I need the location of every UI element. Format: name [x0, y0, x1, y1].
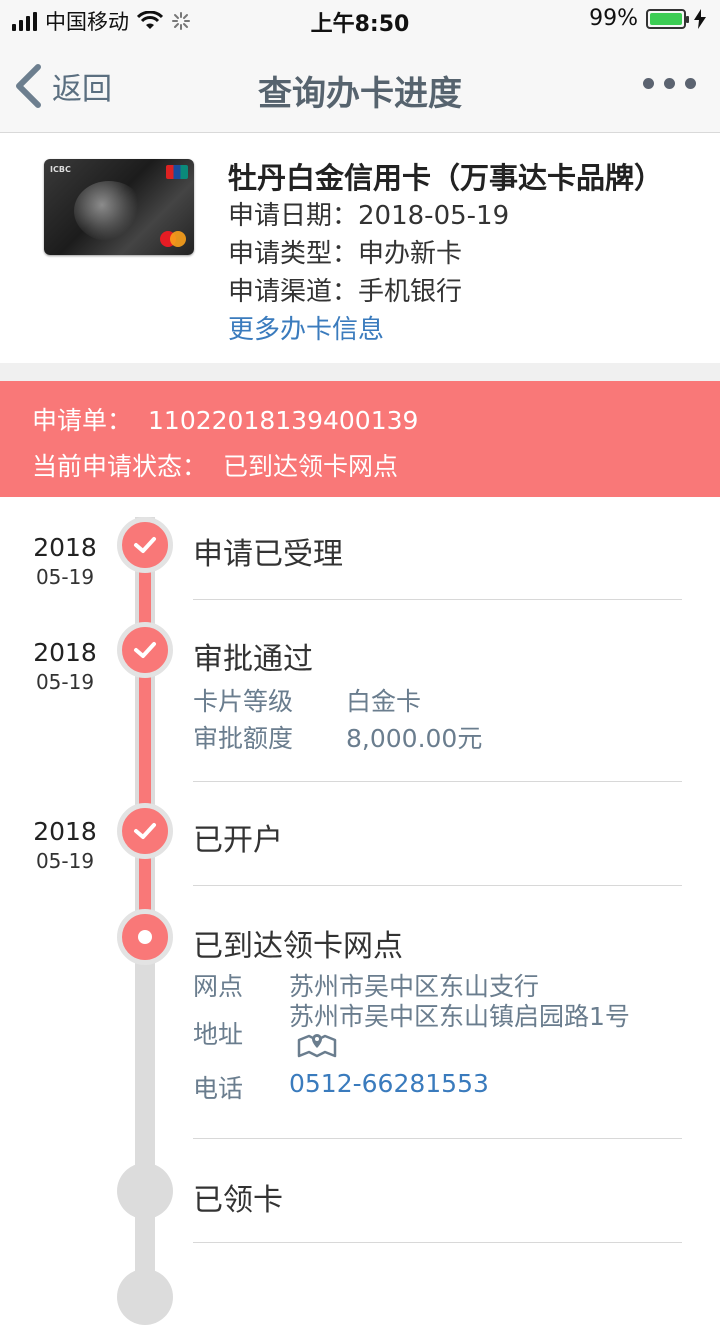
step-divider	[193, 599, 682, 600]
branch-name-value: 苏州市吴中区东山支行	[289, 972, 540, 1001]
step-date-year: 2018	[33, 638, 97, 667]
branch-phone-link[interactable]: 0512-66281553	[289, 1069, 489, 1098]
application-status-banner: 申请单： 11022018139400139 当前申请状态： 已到达领卡网点	[0, 381, 720, 497]
step-title: 审批通过	[193, 642, 313, 677]
apply-date-row: 申请日期：2018-05-19	[228, 195, 509, 232]
card-info-section: ICBC 牡丹白金信用卡（万事达卡品牌） 申请日期：2018-05-19 申请类…	[0, 133, 720, 363]
unionpay-logo-icon	[166, 165, 188, 179]
progress-timeline: 2018 05-19 申请已受理 2018 05-19 审批通过 卡片等级 白金…	[0, 497, 720, 1325]
navigation-bar: 返回 查询办卡进度	[0, 40, 720, 133]
step-date-month-day: 05-19	[35, 849, 95, 873]
apply-type-label: 申请类型：	[228, 239, 359, 269]
step-divider	[193, 885, 682, 886]
step-date-year: 2018	[33, 817, 97, 846]
detail-label: 审批额度	[193, 724, 294, 753]
more-card-info-link[interactable]: 更多办卡信息	[228, 309, 384, 346]
application-status-row: 当前申请状态： 已到达领卡网点	[32, 447, 398, 483]
battery-fill	[650, 12, 682, 25]
credit-limit-value: 8,000.00元	[346, 724, 483, 753]
step-divider	[193, 1138, 682, 1139]
section-divider	[0, 363, 720, 381]
step-done-node	[117, 622, 173, 678]
application-status-label: 当前申请状态：	[32, 452, 208, 481]
application-number-row: 申请单： 11022018139400139	[32, 401, 418, 437]
step-current-node	[117, 909, 173, 965]
apply-date-value: 2018-05-19	[358, 201, 510, 231]
step-pending-node	[117, 1163, 173, 1219]
status-bar: 中国移动 上午8:50 99%	[0, 0, 720, 40]
apply-channel-row: 申请渠道：手机银行	[228, 271, 462, 308]
page-title: 查询办卡进度	[258, 74, 462, 114]
credit-card-image: ICBC	[44, 159, 194, 255]
more-options-button[interactable]	[643, 78, 696, 89]
checkmark-icon	[134, 642, 156, 658]
apply-type-row: 申请类型：申办新卡	[228, 233, 462, 270]
step-date-year: 2018	[33, 533, 97, 562]
battery-percent: 99%	[589, 6, 638, 31]
step-done-node	[117, 517, 173, 573]
status-right: 99%	[589, 6, 706, 31]
application-status-value: 已到达领卡网点	[223, 452, 399, 481]
step-divider	[193, 781, 682, 782]
apply-type-value: 申办新卡	[358, 239, 463, 269]
detail-label: 网点	[193, 972, 244, 1001]
card-flower-graphic	[74, 181, 144, 241]
step-title: 已到达领卡网点	[193, 929, 403, 964]
branch-address: 苏州市吴中区东山镇启园路1号	[289, 1003, 639, 1058]
step-date-month-day: 05-19	[35, 565, 95, 589]
step-title: 申请已受理	[193, 537, 343, 572]
bank-logo-icon: ICBC	[50, 165, 71, 174]
apply-channel-label: 申请渠道：	[228, 277, 359, 307]
step-title: 已开户	[193, 823, 283, 858]
apply-channel-value: 手机银行	[358, 277, 463, 307]
apply-date-label: 申请日期：	[228, 201, 359, 231]
mastercard-logo-icon	[160, 231, 186, 247]
branch-address-value: 苏州市吴中区东山镇启园路1号	[289, 1002, 630, 1031]
step-divider	[193, 1242, 682, 1243]
application-number-label: 申请单：	[32, 406, 133, 435]
detail-label: 地址	[193, 1020, 244, 1049]
step-done-node	[117, 803, 173, 859]
map-location-icon[interactable]	[297, 1032, 337, 1058]
card-level-value: 白金卡	[346, 687, 422, 716]
step-pending-node	[117, 1269, 173, 1325]
charging-bolt-icon	[694, 8, 706, 29]
detail-label: 卡片等级	[193, 687, 294, 716]
battery-icon	[646, 8, 689, 29]
step-date-month-day: 05-19	[35, 670, 95, 694]
more-dot-icon	[643, 78, 654, 89]
checkmark-icon	[134, 823, 156, 839]
more-dot-icon	[685, 78, 696, 89]
checkmark-icon	[134, 537, 156, 553]
step-title: 已领卡	[193, 1183, 283, 1218]
more-dot-icon	[664, 78, 675, 89]
detail-label: 电话	[193, 1074, 244, 1103]
application-number-value: 11022018139400139	[148, 406, 419, 435]
current-dot-icon	[138, 930, 152, 944]
card-name: 牡丹白金信用卡（万事达卡品牌）	[228, 161, 664, 195]
timeline-progress-track	[139, 537, 151, 937]
